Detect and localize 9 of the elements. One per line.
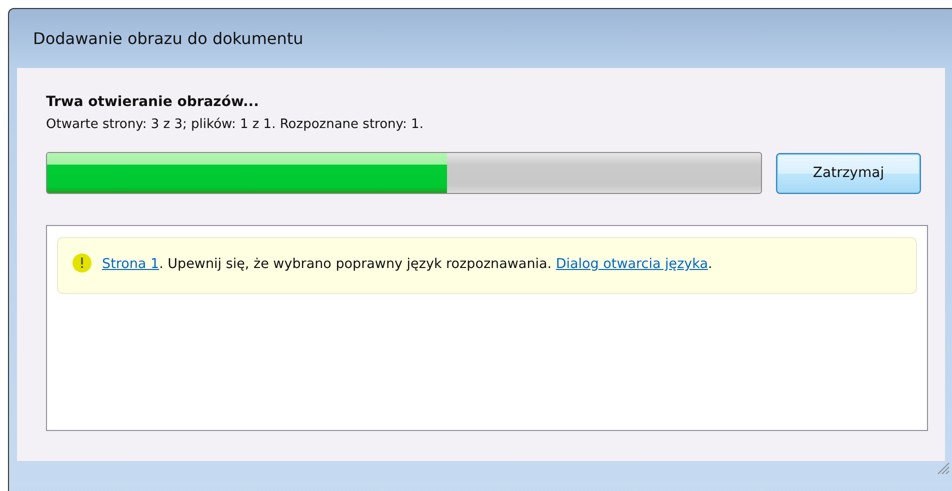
resize-grip-icon[interactable] [936,461,950,475]
link[interactable]: Strona 1 [102,256,160,272]
warning-icon [72,253,92,273]
window-title: Dodawanie obrazu do dokumentu [33,29,304,48]
status-text: Otwarte strony: 3 z 3; plików: 1 z 1. Rozpoznane strony: 1. [46,117,424,132]
status-heading: Trwa otwieranie obrazów... [46,94,260,110]
stop-button[interactable]: Zatrzymaj [776,152,921,194]
message-text: Strona 1. Upewnij się, że wybrano poprawny język rozpoznawania. Dialog otwarcia języka. [102,255,712,274]
link[interactable]: Dialog otwarcia języka [556,256,708,272]
